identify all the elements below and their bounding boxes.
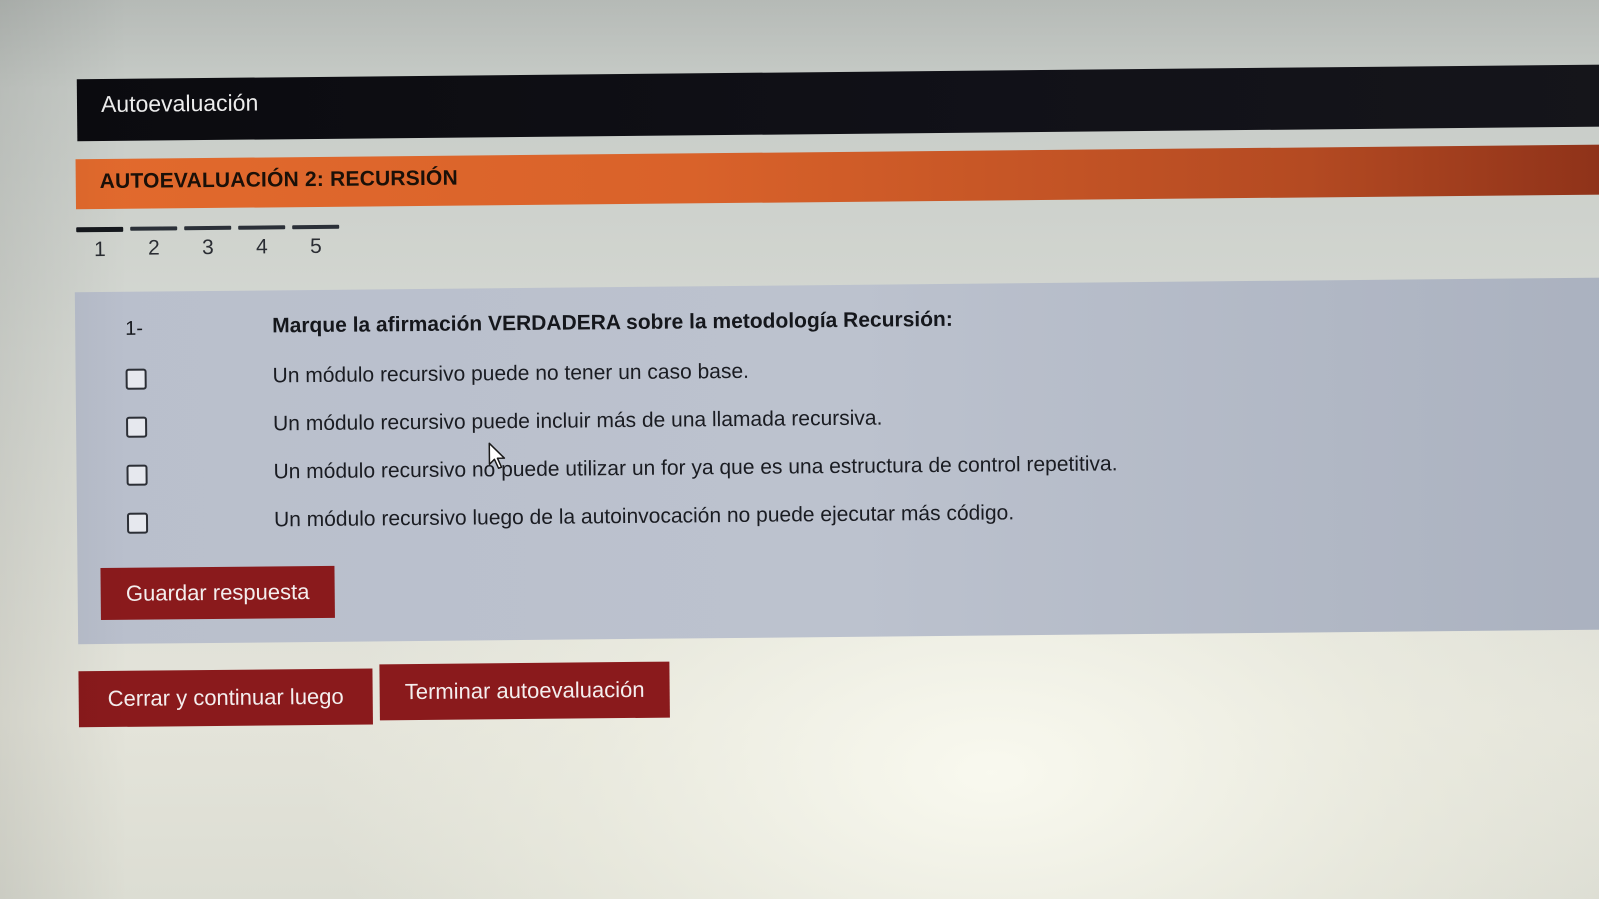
page-tab-label: 5 — [309, 234, 322, 259]
mouse-pointer-icon — [488, 442, 506, 469]
page-tab-4[interactable]: 4 — [238, 225, 286, 265]
finish-self-assessment-button[interactable]: Terminar autoevaluación — [379, 661, 670, 721]
question-pager: 1 2 3 4 5 — [76, 224, 346, 268]
page-tab-1[interactable]: 1 — [76, 226, 124, 267]
page-tab-bar — [76, 226, 124, 233]
save-answer-button[interactable]: Guardar respuesta — [100, 565, 335, 621]
question-text: Marque la afirmación VERDADERA sobre la … — [272, 307, 953, 338]
answer-option-label: Un módulo recursivo puede no tener un ca… — [272, 359, 750, 388]
window-title-bar: Autoevaluación — [76, 64, 1599, 142]
page-tab-3[interactable]: 3 — [184, 225, 232, 266]
page-tab-bar — [292, 224, 340, 230]
page-tab-label: 4 — [255, 235, 268, 259]
close-and-continue-later-button[interactable]: Cerrar y continuar luego — [78, 668, 373, 728]
checkbox-icon[interactable] — [126, 512, 149, 534]
page-tab-bar — [238, 225, 286, 230]
checkbox-icon[interactable] — [126, 416, 148, 438]
section-title: AUTOEVALUACIÓN 2: RECURSIÓN — [99, 166, 458, 194]
answer-option-label: Un módulo recursivo puede incluir más de… — [272, 406, 883, 436]
page-tab-label: 3 — [201, 235, 214, 260]
answer-option-3[interactable]: Un módulo recursivo no puede utilizar un… — [76, 445, 1599, 494]
window-title: Autoevaluación — [100, 89, 259, 118]
question-number: 1- — [125, 317, 144, 340]
question-header: 1- Marque la afirmación VERDADERA sobre … — [75, 301, 1599, 340]
page-tab-bar — [130, 226, 178, 231]
checkbox-icon[interactable] — [126, 464, 148, 486]
page-tab-2[interactable]: 2 — [130, 226, 178, 266]
answer-option-4[interactable]: Un módulo recursivo luego de la autoinvo… — [77, 493, 1599, 542]
page-tab-5[interactable]: 5 — [292, 224, 340, 265]
page-tab-label: 2 — [147, 236, 160, 260]
answer-option-2[interactable]: Un módulo recursivo puede incluir más de… — [76, 397, 1599, 446]
checkbox-icon[interactable] — [125, 368, 147, 390]
page-tab-bar — [184, 225, 232, 231]
question-panel: 1- Marque la afirmación VERDADERA sobre … — [74, 277, 1599, 645]
answer-option-1[interactable]: Un módulo recursivo puede no tener un ca… — [76, 349, 1599, 398]
answer-option-label: Un módulo recursivo luego de la autoinvo… — [273, 501, 1015, 532]
page: Autoevaluación AUTOEVALUACIÓN 2: RECURSI… — [0, 0, 1599, 899]
page-tab-label: 1 — [93, 237, 106, 262]
answer-option-label: Un módulo recursivo no puede utilizar un… — [273, 452, 1118, 484]
section-banner: AUTOEVALUACIÓN 2: RECURSIÓN — [75, 144, 1599, 210]
